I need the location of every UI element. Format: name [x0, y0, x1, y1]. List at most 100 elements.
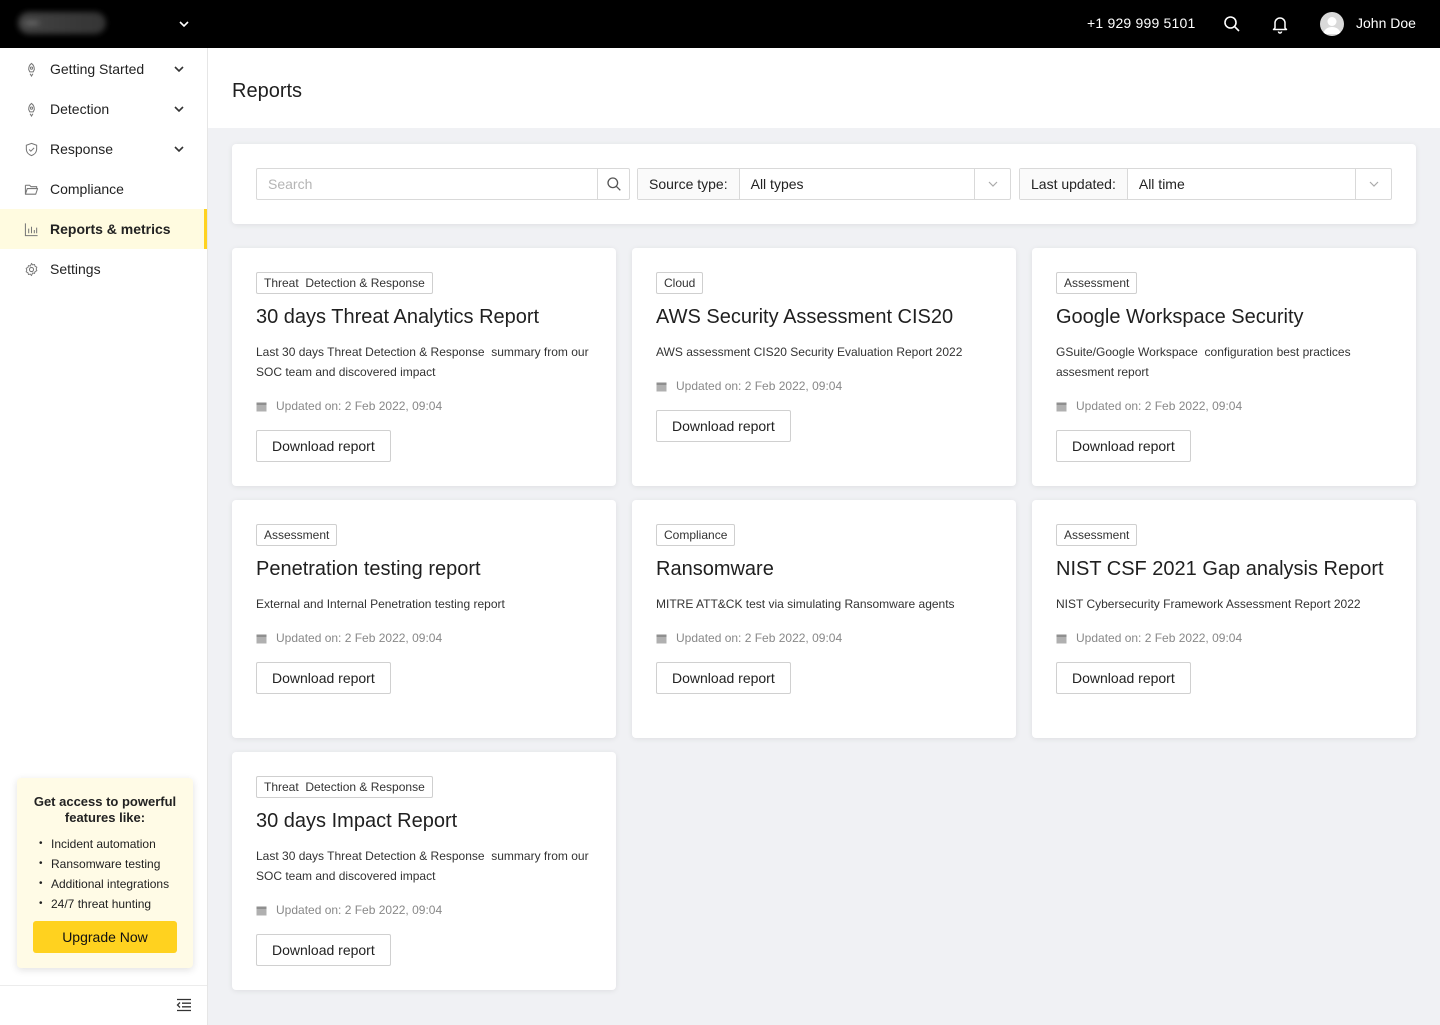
report-title: Ransomware: [656, 558, 774, 580]
calendar-icon: [256, 402, 267, 412]
report-card: Compliance Ransomware MITRE ATT&CK test …: [632, 500, 1016, 738]
promo-feature: Ransomware testing: [39, 854, 169, 874]
report-title: Google Workspace Security: [1056, 306, 1304, 328]
download-report-button[interactable]: Download report: [1056, 430, 1191, 462]
download-report-button[interactable]: Download report: [256, 430, 391, 462]
dropdown-arrow[interactable]: [1355, 169, 1391, 199]
calendar-icon: [656, 382, 667, 392]
report-description: GSuite/Google Workspace configuration be…: [1056, 345, 1354, 379]
promo-feature: 24/7 threat hunting: [39, 894, 169, 914]
rocket-icon: [28, 102, 35, 117]
sidebar-item-compliance[interactable]: Compliance: [0, 169, 207, 209]
category-tag: Threat Detection & Response: [256, 272, 433, 294]
last-updated-label: Last updated:: [1020, 169, 1128, 199]
sidebar-item-detection[interactable]: Detection: [0, 89, 207, 129]
source-type-label: Source type:: [638, 169, 740, 199]
report-description: Last 30 days Threat Detection & Response…: [256, 849, 592, 883]
updated-text: Updated on: 2 Feb 2022, 09:04: [276, 631, 443, 645]
promo-feature: Additional integrations: [39, 874, 169, 894]
category-tag: Assessment: [1056, 524, 1138, 546]
search-field: [256, 168, 630, 200]
page-header: [208, 48, 1440, 128]
download-report-button[interactable]: Download report: [656, 662, 791, 694]
category-tag: Assessment: [1056, 272, 1138, 294]
phone-number[interactable]: +1 929 999 5101: [1087, 15, 1196, 31]
page-title: Reports: [232, 80, 303, 102]
chevron-down-icon: [174, 66, 184, 73]
promo-title: Get access to powerful features like:: [33, 794, 177, 825]
report-card: Threat Detection & Response 30 days Impa…: [232, 752, 616, 990]
updated-text: Updated on: 2 Feb 2022, 09:04: [676, 379, 843, 393]
category-tag: Compliance: [656, 524, 736, 546]
upgrade-now-button[interactable]: Upgrade Now: [33, 921, 177, 953]
updated-text: Updated on: 2 Feb 2022, 09:04: [1076, 399, 1243, 413]
report-title: Penetration testing report: [256, 558, 481, 580]
sidebar-item-label: Reports & metrics: [50, 221, 171, 237]
bell-icon[interactable]: [1270, 14, 1290, 34]
calendar-icon: [256, 906, 267, 916]
dropdown-arrow[interactable]: [974, 169, 1010, 199]
sidebar-item-reports-metrics[interactable]: Reports & metrics: [0, 209, 207, 249]
chevron-down-icon: [174, 106, 184, 113]
report-card: Threat Detection & Response 30 days Thre…: [232, 248, 616, 486]
top-bar: +1 929 999 5101 John Doe: [0, 0, 1440, 48]
search-icon: [607, 177, 621, 191]
report-title: 30 days Threat Analytics Report: [256, 306, 540, 328]
updated-text: Updated on: 2 Feb 2022, 09:04: [676, 631, 843, 645]
report-description: AWS assessment CIS20 Security Evaluation…: [656, 345, 963, 359]
download-report-button[interactable]: Download report: [656, 410, 791, 442]
calendar-icon: [656, 634, 667, 644]
category-tag: Threat Detection & Response: [256, 776, 433, 798]
download-report-button[interactable]: Download report: [256, 662, 391, 694]
report-card: Assessment Penetration testing report Ex…: [232, 500, 616, 738]
report-description: MITRE ATT&CK test via simulating Ransomw…: [656, 597, 955, 611]
sidebar-item-label: Compliance: [50, 181, 124, 197]
last-updated-value[interactable]: All time: [1128, 169, 1355, 199]
report-title: 30 days Impact Report: [256, 810, 458, 832]
category-tag: Assessment: [256, 524, 338, 546]
calendar-icon: [1056, 634, 1067, 644]
report-card: Assessment Google Workspace Security GSu…: [1032, 248, 1416, 486]
user-name[interactable]: John Doe: [1356, 15, 1416, 31]
updated-text: Updated on: 2 Feb 2022, 09:04: [276, 399, 443, 413]
last-updated-select[interactable]: Last updated: All time: [1019, 168, 1392, 200]
sidebar: Getting Started Detection Response Compl…: [0, 48, 208, 1025]
chevron-down-icon: [174, 146, 184, 153]
filter-bar: Source type: All types Last updated: All…: [232, 144, 1416, 224]
divider: [0, 985, 207, 986]
search-icon[interactable]: [1222, 14, 1242, 34]
search-button[interactable]: [597, 169, 630, 199]
folder-open-icon: [24, 184, 39, 195]
promo-feature-list: Incident automation Ransomware testing A…: [39, 834, 169, 914]
source-type-value[interactable]: All types: [740, 169, 974, 199]
sidebar-item-response[interactable]: Response: [0, 129, 207, 169]
promo-feature: Incident automation: [39, 834, 169, 854]
report-title: NIST CSF 2021 Gap analysis Report: [1056, 558, 1384, 580]
bar-chart-icon: [24, 223, 38, 237]
sidebar-item-label: Response: [50, 141, 114, 157]
report-card: Assessment NIST CSF 2021 Gap analysis Re…: [1032, 500, 1416, 738]
chevron-down-icon[interactable]: [176, 16, 192, 32]
sidebar-item-label: Settings: [50, 261, 101, 277]
report-description: NIST Cybersecurity Framework Assessment …: [1056, 597, 1361, 611]
chevron-down-icon: [1369, 181, 1378, 187]
calendar-icon: [256, 634, 267, 644]
download-report-button[interactable]: Download report: [256, 934, 391, 966]
user-avatar[interactable]: [1320, 12, 1344, 36]
download-report-button[interactable]: Download report: [1056, 662, 1191, 694]
sidebar-item-label: Getting Started: [50, 61, 145, 77]
calendar-icon: [1056, 402, 1067, 412]
updated-text: Updated on: 2 Feb 2022, 09:04: [1076, 631, 1243, 645]
report-description: External and Internal Penetration testin…: [256, 597, 505, 611]
sidebar-item-getting-started[interactable]: Getting Started: [0, 49, 207, 89]
source-type-select[interactable]: Source type: All types: [637, 168, 1011, 200]
gear-icon: [25, 262, 38, 277]
chevron-down-icon: [988, 181, 997, 187]
search-input[interactable]: [257, 169, 597, 199]
sidebar-item-label: Detection: [50, 101, 110, 117]
logo[interactable]: [18, 12, 106, 34]
collapse-menu-icon[interactable]: [176, 998, 192, 1012]
report-title: AWS Security Assessment CIS20: [656, 306, 954, 328]
shield-check-icon: [25, 142, 38, 157]
sidebar-item-settings[interactable]: Settings: [0, 249, 207, 289]
